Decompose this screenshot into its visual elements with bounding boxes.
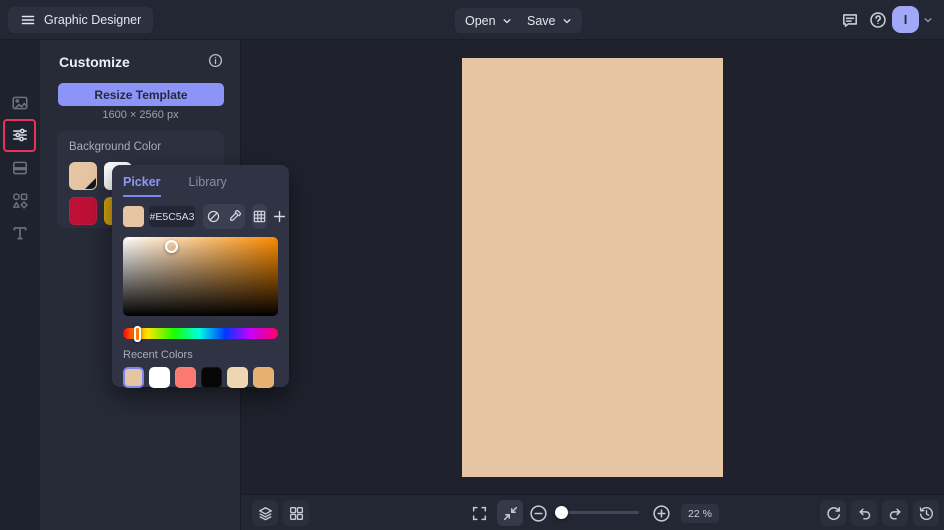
sidebar-item-customize[interactable] [0,122,40,148]
sidebar-item-templates[interactable] [0,155,40,181]
redo-button[interactable] [882,500,908,526]
fit-to-screen-icon [502,505,519,522]
template-size-label: 1600 × 2560 px [102,109,179,121]
hamburger-icon [20,12,36,28]
app-title: Graphic Designer [44,13,142,27]
help-icon [869,11,887,29]
pages-button[interactable] [283,500,309,526]
user-avatar[interactable]: I [892,6,919,33]
app-window: Graphic Designer Open Save I Customize R… [0,0,944,530]
save-button[interactable]: Save [517,8,582,33]
image-icon [11,94,29,112]
selected-corner-marker [85,178,96,189]
recent-colors-label: Recent Colors [123,349,193,361]
eyedropper-icon [227,209,242,224]
bottom-toolbar: 22 % [241,494,944,530]
zoom-level-display[interactable]: 22 % [681,504,719,523]
sidebar-item-images[interactable] [0,90,40,116]
frame-icon [11,159,29,177]
open-button-label: Open [465,13,496,28]
fit-to-screen-button[interactable] [497,500,523,526]
history-controls [820,500,939,526]
hue-slider[interactable] [123,325,278,342]
chevron-down-icon [562,16,572,26]
zoom-slider-handle[interactable] [555,506,568,519]
avatar-initial: I [903,12,908,27]
zoom-in-button[interactable] [651,503,671,523]
saturation-handle[interactable] [164,240,178,253]
zoom-in-icon [652,504,671,523]
recent-swatch-coral[interactable] [175,367,196,388]
undo-icon [856,505,873,522]
color-picker-popup: Picker Library #E5C5A3 Recent Colors [112,165,289,388]
add-color-button[interactable] [272,204,287,229]
color-input-row [123,204,286,229]
account-menu-chevron[interactable] [923,15,933,25]
recent-swatch-white[interactable] [149,367,170,388]
sidebar-item-text[interactable] [0,220,40,246]
open-button[interactable]: Open [455,8,522,33]
pages-grid-icon [288,505,305,522]
recent-colors-row [123,367,278,388]
canvas-area[interactable] [241,40,944,494]
sidebar-item-objects[interactable] [0,188,40,214]
color-tools-group [203,204,245,229]
text-icon [11,224,29,242]
hex-color-input[interactable] [149,206,195,227]
zoom-out-button[interactable] [528,503,548,523]
plus-icon [272,209,287,224]
color-grid-button[interactable] [252,204,267,229]
zoom-slider[interactable] [555,506,639,519]
redo-icon [887,505,904,522]
no-color-button[interactable] [203,204,224,229]
fullscreen-button[interactable] [466,500,492,526]
current-color-swatch [123,206,144,227]
left-toolbar [0,40,40,530]
sliders-icon [11,126,29,144]
layers-button[interactable] [252,500,278,526]
hue-handle[interactable] [133,325,141,342]
comments-button[interactable] [840,10,860,30]
info-icon [208,53,223,68]
shapes-icon [11,192,29,210]
layers-icon [257,505,274,522]
tab-picker[interactable]: Picker [123,175,161,197]
panel-title: Customize [59,54,130,70]
zoom-out-icon [529,504,548,523]
recent-swatch-light-tan[interactable] [227,367,248,388]
info-button[interactable] [208,53,223,68]
save-button-label: Save [527,13,556,28]
recent-swatch-black[interactable] [201,367,222,388]
grid-icon [252,209,267,224]
fullscreen-icon [471,505,488,522]
recent-swatch-orange[interactable] [253,367,274,388]
color-picker-tabs: Picker Library [123,175,278,197]
tab-library[interactable]: Library [189,175,227,195]
design-artboard[interactable] [462,58,723,477]
main-menu-button[interactable]: Graphic Designer [8,7,154,33]
background-color-label: Background Color [69,141,162,153]
recent-swatch-tan[interactable] [123,367,144,388]
undo-button[interactable] [851,500,877,526]
resize-template-button[interactable]: Resize Template [58,83,224,106]
version-history-button[interactable] [913,500,939,526]
refresh-button[interactable] [820,500,846,526]
comment-icon [841,11,859,29]
eyedropper-button[interactable] [224,204,245,229]
top-bar: Graphic Designer Open Save I [0,0,944,40]
refresh-icon [825,505,842,522]
help-button[interactable] [868,10,888,30]
history-clock-icon [918,505,935,522]
background-swatch-crimson[interactable] [69,197,97,225]
no-color-icon [206,209,221,224]
saturation-value-field[interactable] [123,237,278,316]
chevron-down-icon [502,16,512,26]
background-swatch-current[interactable] [69,162,97,190]
